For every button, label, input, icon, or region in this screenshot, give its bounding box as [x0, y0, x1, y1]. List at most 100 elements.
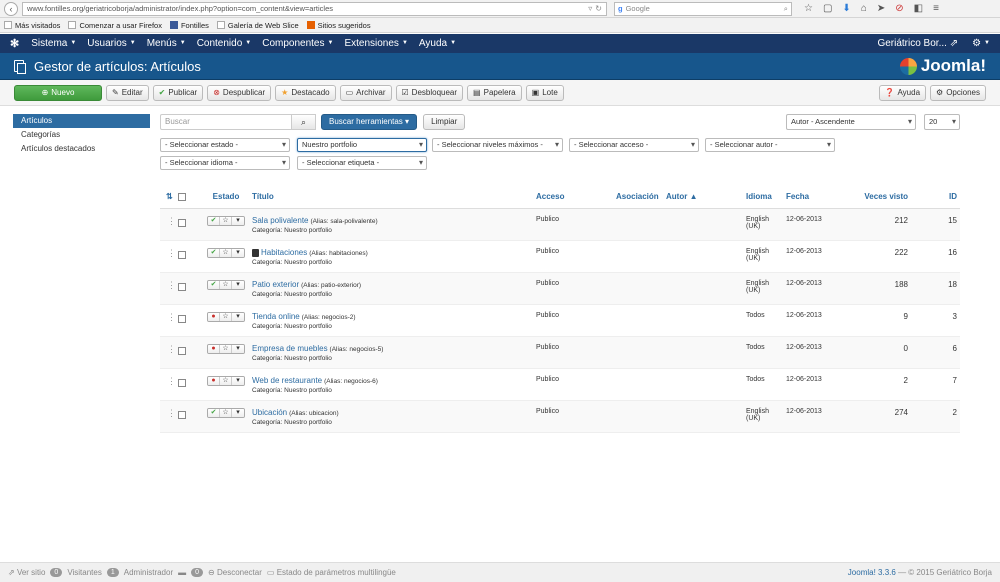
row-checkbox[interactable] — [178, 378, 186, 387]
clear-button[interactable]: Limpiar — [423, 114, 466, 130]
limit-select[interactable]: 20 — [924, 114, 960, 130]
published-check-icon[interactable]: ✔ — [208, 248, 220, 257]
edit-button[interactable]: ✎ Editar — [106, 84, 149, 101]
messages-icon[interactable]: ▬ — [178, 568, 186, 577]
filter-tag[interactable]: - Seleccionar etiqueta - — [297, 156, 427, 170]
bookmark-star-icon[interactable]: ☆ — [804, 3, 813, 14]
row-checkbox[interactable] — [178, 218, 186, 227]
published-check-icon[interactable]: ✔ — [208, 408, 220, 417]
bookmark-fontilles[interactable]: Fontilles — [169, 21, 209, 30]
extension-icon[interactable]: ◧ — [914, 3, 923, 14]
featured-star-icon[interactable]: ☆ — [220, 376, 232, 385]
col-acceso[interactable]: Acceso — [536, 185, 616, 209]
menu-menus[interactable]: Menús ▼ — [147, 38, 186, 49]
joomla-icon[interactable]: ✻ — [10, 37, 19, 50]
search-button[interactable]: ⌕ — [292, 114, 316, 130]
lock-icon[interactable] — [252, 248, 259, 257]
clipboard-icon[interactable]: ▢ — [823, 3, 832, 14]
article-title-link[interactable]: Tienda online — [252, 312, 300, 321]
menu-contenido[interactable]: Contenido ▼ — [197, 38, 252, 49]
back-icon[interactable]: ‹ — [4, 1, 18, 16]
view-site-link[interactable]: ⇗ Ver sitio — [8, 568, 45, 577]
url-bar[interactable]: www.fontilles.org/geriatricoborja/admini… — [22, 1, 607, 16]
article-title-link[interactable]: Web de restaurante — [252, 376, 322, 385]
search-input[interactable]: Buscar — [160, 114, 292, 130]
bookmark-webslice[interactable]: Galería de Web Slice — [216, 21, 299, 30]
search-tools-button[interactable]: Buscar herramientas ▾ — [321, 114, 418, 130]
sidebar-item-articles[interactable]: Artículos — [13, 114, 150, 128]
drag-handle-icon[interactable]: ⋮ — [160, 272, 178, 305]
row-checkbox[interactable] — [178, 346, 186, 355]
drag-handle-icon[interactable]: ⋮ — [160, 400, 178, 433]
drag-handle-icon[interactable]: ⋮ — [160, 208, 178, 241]
col-estado[interactable]: Estado — [200, 185, 252, 209]
trash-button[interactable]: ▤ Papelera — [467, 84, 522, 101]
checkin-button[interactable]: ☑ Desbloquear — [395, 84, 464, 101]
reload-icon[interactable]: ↻ — [595, 4, 602, 13]
download-icon[interactable]: ⬇ — [842, 3, 850, 14]
article-title-link[interactable]: Sala polivalente — [252, 216, 308, 225]
publish-button[interactable]: ✔ Publicar — [152, 84, 204, 101]
ordering-select[interactable]: Autor - Ascendente — [786, 114, 916, 130]
featured-star-icon[interactable]: ☆ — [220, 344, 232, 353]
row-checkbox[interactable] — [178, 314, 186, 323]
actions-caret-icon[interactable]: ▾ — [232, 216, 244, 225]
menu-icon[interactable]: ≡ — [933, 3, 939, 14]
site-link[interactable]: Geriátrico Bor... ⇗ — [877, 38, 958, 49]
filter-language[interactable]: - Seleccionar idioma - — [160, 156, 290, 170]
drag-handle-icon[interactable]: ⋮ — [160, 240, 178, 273]
help-button[interactable]: ❓ Ayuda — [878, 84, 927, 101]
col-visitas[interactable]: Veces visto — [846, 185, 914, 209]
sidebar-item-featured[interactable]: Artículos destacados — [13, 142, 150, 156]
select-all-checkbox[interactable] — [178, 192, 186, 201]
search-icon[interactable]: ⌕ — [784, 4, 788, 14]
actions-caret-icon[interactable]: ▾ — [232, 376, 244, 385]
filter-category[interactable]: Nuestro portfolio — [297, 138, 427, 152]
filter-author[interactable]: - Seleccionar autor - — [705, 138, 835, 152]
featured-star-icon[interactable]: ☆ — [220, 216, 232, 225]
home-icon[interactable]: ⌂ — [861, 3, 867, 14]
new-button[interactable]: ⊕ Nuevo — [14, 84, 102, 101]
actions-caret-icon[interactable]: ▾ — [232, 408, 244, 417]
bookmark-most-visited[interactable]: Más visitados — [4, 21, 60, 30]
options-button[interactable]: ⚙ Opciones — [930, 84, 986, 101]
logout-link[interactable]: ⊖ Desconectar — [208, 568, 262, 577]
send-icon[interactable]: ➤ — [877, 3, 885, 14]
featured-star-icon[interactable]: ☆ — [220, 248, 232, 257]
unpublished-icon[interactable]: ● — [208, 344, 220, 353]
dropdown-icon[interactable]: ▿ — [588, 4, 592, 13]
unpublished-icon[interactable]: ● — [208, 376, 220, 385]
col-autor[interactable]: Autor ▲ — [666, 185, 746, 209]
article-title-link[interactable]: Habitaciones — [261, 248, 307, 257]
bookmark-firefox[interactable]: Comenzar a usar Firefox — [68, 21, 162, 30]
multilang-status[interactable]: ▭ Estado de parámetros multilingüe — [267, 568, 396, 577]
article-title-link[interactable]: Empresa de muebles — [252, 344, 328, 353]
browser-search-field[interactable]: g Google ⌕ — [614, 1, 792, 16]
menu-sistema[interactable]: Sistema ▼ — [31, 38, 76, 49]
sidebar-item-categories[interactable]: Categorías — [13, 128, 150, 142]
drag-handle-icon[interactable]: ⋮ — [160, 336, 178, 369]
drag-handle-icon[interactable]: ⋮ — [160, 368, 178, 401]
menu-ayuda[interactable]: Ayuda ▼ — [419, 38, 456, 49]
ordering-sort-icon[interactable]: ⇅ — [160, 185, 178, 209]
archive-button[interactable]: ▭ Archivar — [339, 84, 392, 101]
col-idioma[interactable]: Idioma — [746, 185, 786, 209]
actions-caret-icon[interactable]: ▾ — [232, 312, 244, 321]
col-fecha[interactable]: Fecha — [786, 185, 846, 209]
article-title-link[interactable]: Patio exterior — [252, 280, 299, 289]
filter-levels[interactable]: - Seleccionar niveles máximos - — [432, 138, 563, 152]
col-titulo[interactable]: Título — [252, 185, 536, 209]
actions-caret-icon[interactable]: ▾ — [232, 280, 244, 289]
row-checkbox[interactable] — [178, 250, 186, 259]
featured-star-icon[interactable]: ☆ — [220, 280, 232, 289]
unpublish-button[interactable]: ⊗ Despublicar — [207, 84, 272, 101]
unpublished-icon[interactable]: ● — [208, 312, 220, 321]
adblock-icon[interactable]: ⊘ — [895, 3, 903, 14]
bookmark-suggested[interactable]: Sitios sugeridos — [306, 21, 371, 30]
menu-usuarios[interactable]: Usuarios ▼ — [87, 38, 135, 49]
actions-caret-icon[interactable]: ▾ — [232, 248, 244, 257]
row-checkbox[interactable] — [178, 282, 186, 291]
featured-star-icon[interactable]: ☆ — [220, 312, 232, 321]
menu-extensiones[interactable]: Extensiones ▼ — [344, 38, 407, 49]
menu-componentes[interactable]: Componentes ▼ — [262, 38, 333, 49]
